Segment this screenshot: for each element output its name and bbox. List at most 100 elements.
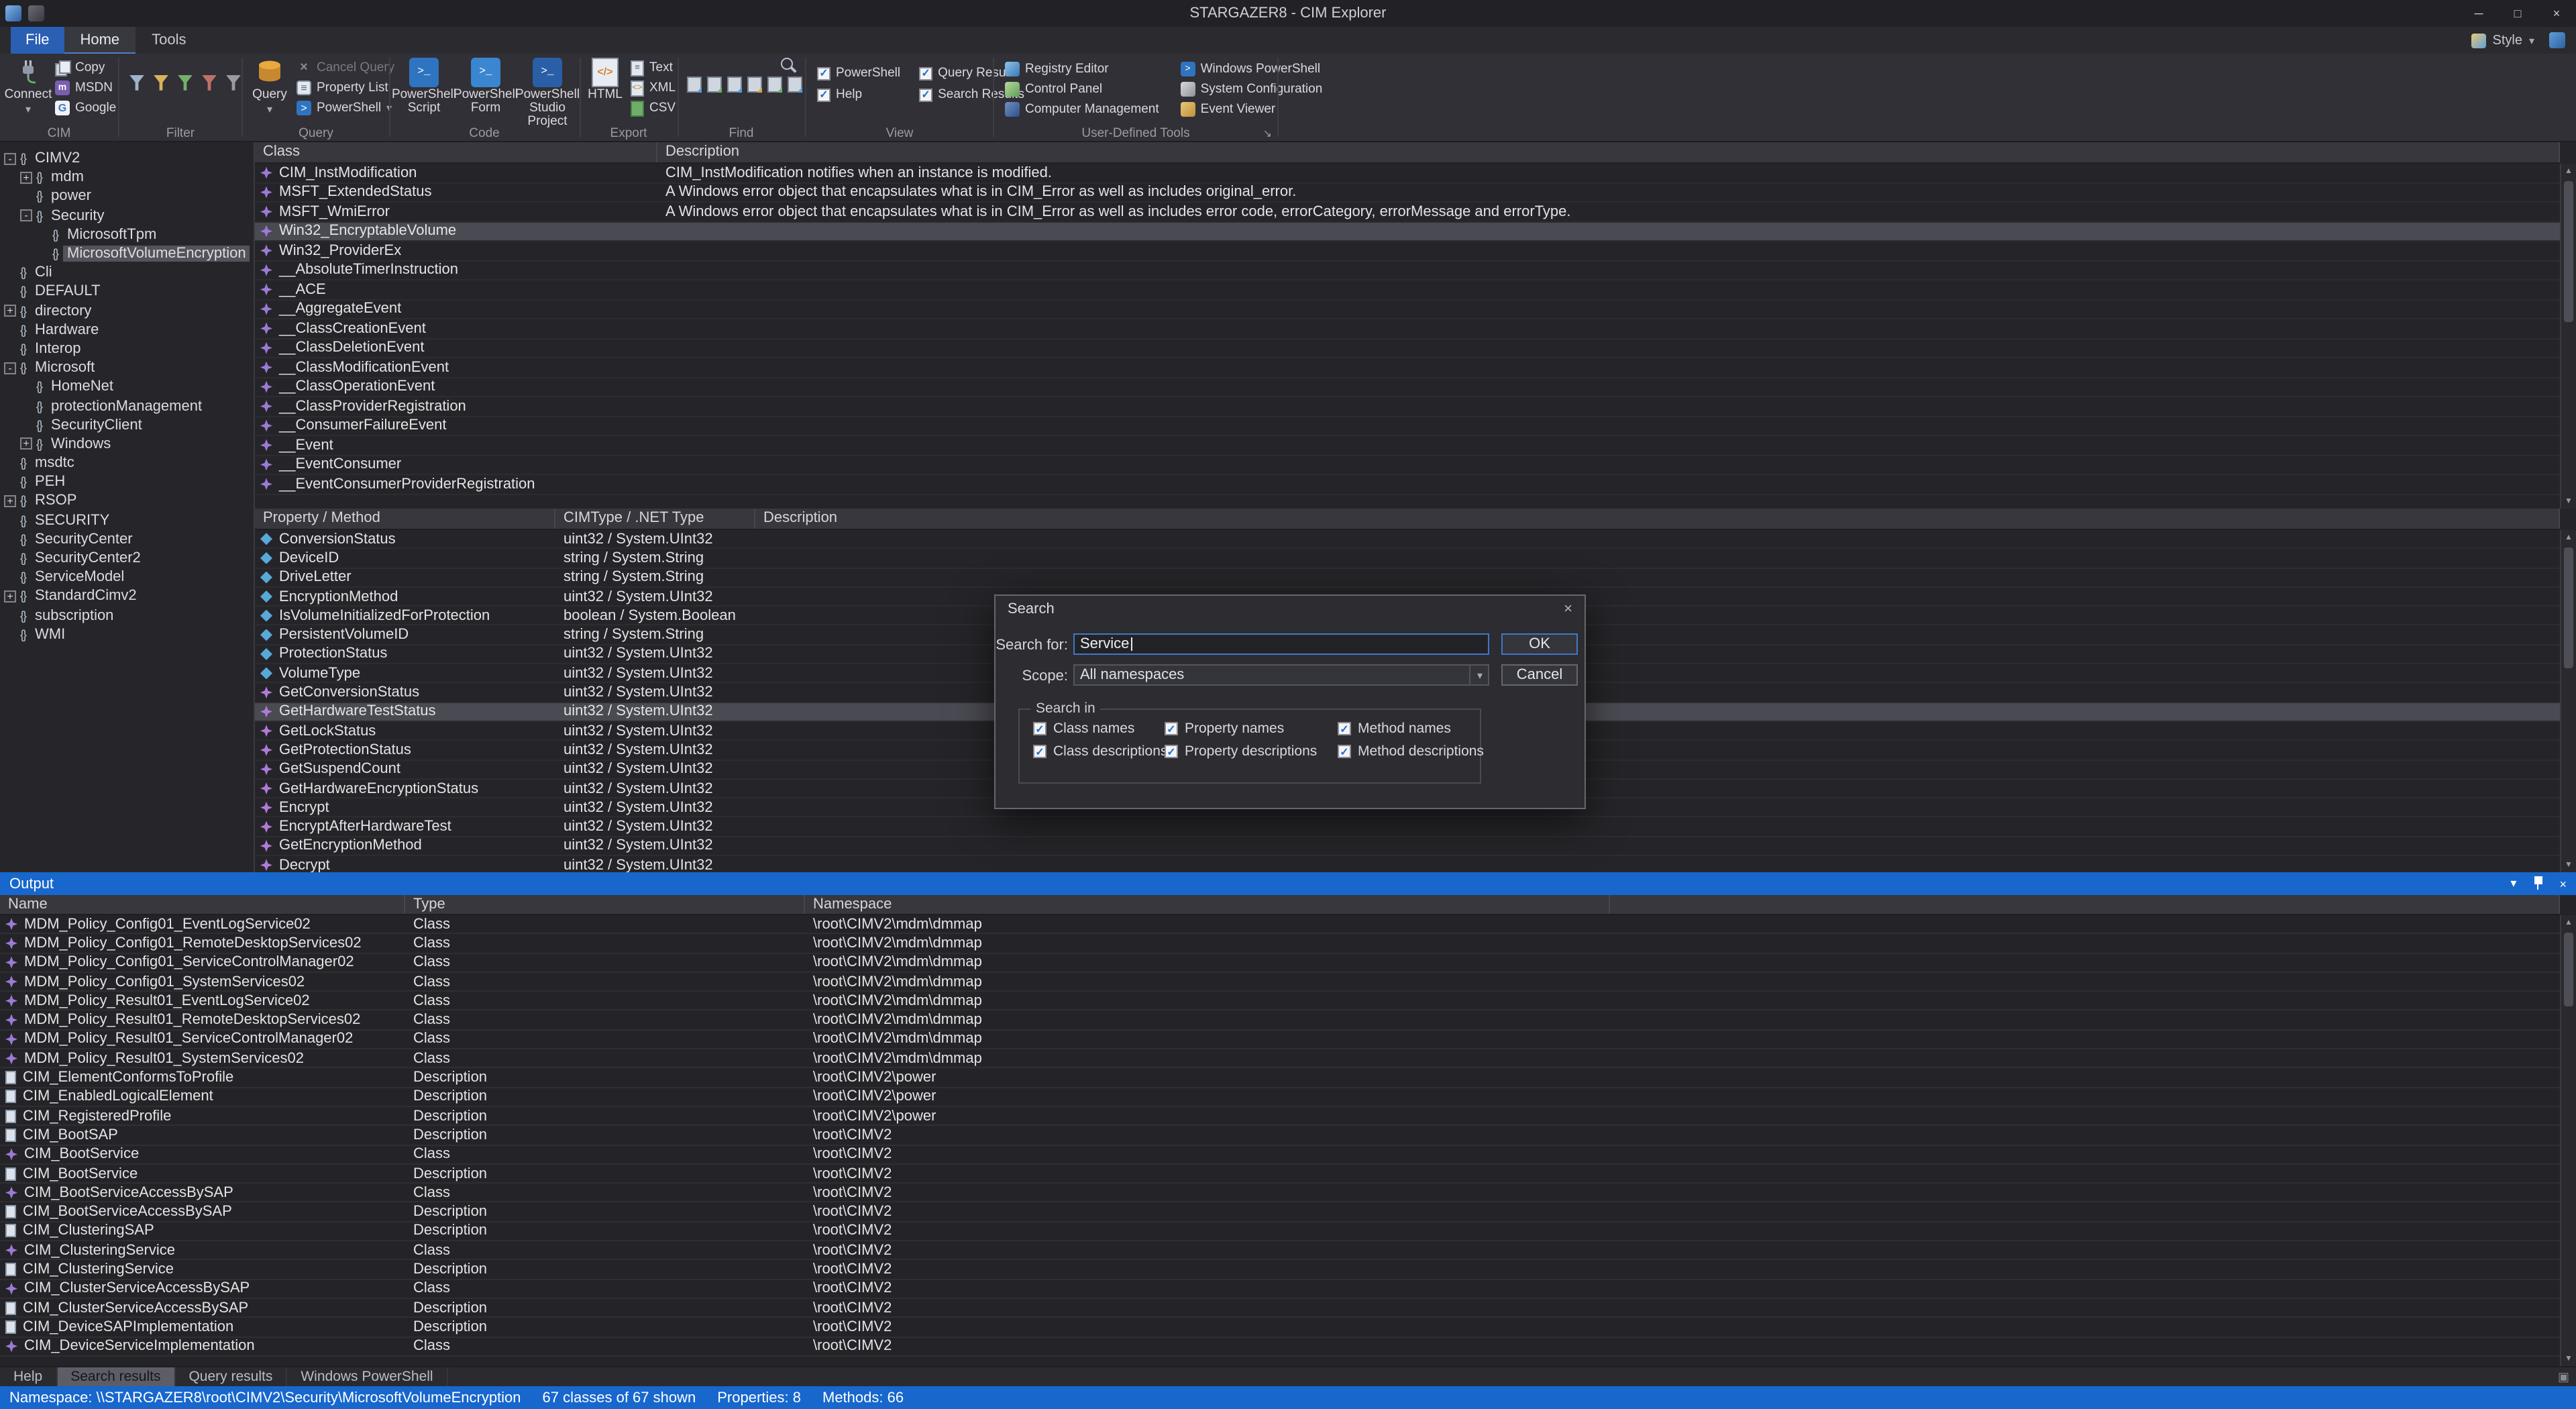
class-row-cim-instmodification[interactable]: CIM_InstModification CIM_InstModification… [255,164,2560,183]
clear-filter-icon[interactable] [202,75,217,91]
class-row-event[interactable]: __Event [255,436,2560,456]
powershell-form-button[interactable]: >_ PowerShell Form [453,58,518,129]
expand-icon[interactable]: + [20,437,32,450]
column-header-type[interactable]: Type [405,895,805,914]
export-csv-button[interactable]: CSV [631,99,676,117]
window-menu-icon[interactable] [28,5,44,21]
output-row-mdm-policy-result01-servicecontrolmanager02-class[interactable]: MDM_Policy_Result01_ServiceControlManage… [0,1031,2560,1050]
class-row-aggregateevent[interactable]: __AggregateEvent [255,300,2560,319]
pin-icon[interactable] [2532,876,2543,891]
tree-item-microsofttpm[interactable]: {} MicrosoftTpm [0,225,254,244]
scroll-down-icon[interactable]: ▼ [2561,1351,2576,1366]
output-row-cim-bootsap-description[interactable]: CIM_BootSAP Description \root\CIMV2 [0,1127,2560,1146]
search-input[interactable]: Service [1073,633,1489,655]
export-html-button[interactable]: HTML [585,58,625,102]
column-header-description[interactable]: Description [657,142,2560,162]
scroll-up-icon[interactable]: ▲ [2561,915,2576,930]
tree-item-interop[interactable]: {} Interop [0,340,254,358]
property-list-scrollbar[interactable]: ▲ ▼ [2560,530,2576,872]
close-icon[interactable]: × [2559,877,2567,890]
tree-item-power[interactable]: {} power [0,187,254,206]
search-in-method-descriptions-checkbox[interactable]: ✓ Method descriptions [1338,743,1484,760]
view-toggle-powershell[interactable]: ✓ PowerShell [817,64,900,82]
google-button[interactable]: G Google [55,99,116,117]
collapse-icon[interactable]: - [4,152,16,165]
class-row-win32-providerex[interactable]: Win32_ProviderEx [255,242,2560,261]
search-in-class-descriptions-checkbox[interactable]: ✓ Class descriptions [1033,743,1167,760]
output-row-cim-devicesapimplementation-description[interactable]: CIM_DeviceSAPImplementation Description \r… [0,1318,2560,1338]
new-filter-icon[interactable] [129,75,144,91]
column-header-namespace[interactable]: Namespace [805,895,1610,914]
panel-tab-search-results[interactable]: Search results [57,1367,176,1386]
property-row-conversionstatus[interactable]: ConversionStatus uint32 / System.UInt32 [255,530,2560,550]
msdn-button[interactable]: m MSDN [55,79,116,97]
output-row-cim-clusteringservice-description[interactable]: CIM_ClusteringService Description \root\CI… [0,1261,2560,1280]
output-row-cim-clusterserviceaccessbysap-description[interactable]: CIM_ClusterServiceAccessBySAP Description… [0,1299,2560,1318]
delete-filter-icon[interactable] [226,75,241,91]
output-row-mdm-policy-result01-eventlogservice02-class[interactable]: MDM_Policy_Result01_EventLogService02 Cla… [0,992,2560,1011]
column-header-name[interactable]: Name [0,895,405,914]
output-row-cim-elementconformstoprofile-description[interactable]: CIM_ElementConformsToProfile Description \… [0,1069,2560,1088]
class-row-classoperationevent[interactable]: __ClassOperationEvent [255,378,2560,397]
output-row-mdm-policy-config01-eventlogservice02-class[interactable]: MDM_Policy_Config01_EventLogService02 Cla… [0,915,2560,935]
ok-button[interactable]: OK [1501,633,1578,655]
expand-icon[interactable]: + [4,494,16,507]
scrollbar-thumb[interactable] [2564,547,2573,668]
output-row-mdm-policy-result01-remotedesktopservices02-class[interactable]: MDM_Policy_Result01_RemoteDesktopService… [0,1011,2560,1031]
output-header[interactable]: Output ▾ × [0,872,2576,895]
property-row-deviceid[interactable]: DeviceID string / System.String [255,550,2560,569]
tree-item-standardcimv2[interactable]: + {} StandardCimv2 [0,587,254,606]
tree-item-mdm[interactable]: + {} mdm [0,168,254,187]
windows-powershell-button[interactable]: Windows PowerShell [1180,60,1323,78]
column-header-property-method[interactable]: Property / Method [255,509,555,529]
output-scrollbar[interactable]: ▲ ▼ [2560,915,2576,1366]
tree-item-cimv2[interactable]: -{} CIMV2 [0,149,254,168]
tree-item-msdtc[interactable]: {} msdtc [0,454,254,472]
find-option-icon-4[interactable] [747,76,762,93]
close-icon[interactable]: × [1564,601,1572,617]
search-in-method-names-checkbox[interactable]: ✓ Method names [1338,721,1451,737]
search-dialog-titlebar[interactable]: Search × [996,596,1585,623]
connect-button[interactable]: Connect ▾ [5,58,52,117]
tree-item-securitycenter[interactable]: {} SecurityCenter [0,530,254,549]
powershell-button[interactable]: >PowerShell▾ [297,99,394,117]
panel-tab-help[interactable]: Help [0,1367,58,1386]
find-option-icon-2[interactable] [707,76,722,93]
output-row-cim-clusterserviceaccessbysap-class[interactable]: CIM_ClusterServiceAccessBySAP Class \root\… [0,1280,2560,1299]
scrollbar-thumb[interactable] [2564,181,2573,322]
minimize-button[interactable]: ─ [2459,0,2498,27]
tree-item-peh[interactable]: {} PEH [0,472,254,491]
class-row-eventconsumer[interactable]: __EventConsumer [255,456,2560,475]
property-row-driveletter[interactable]: DriveLetter string / System.String [255,568,2560,588]
export-xml-button[interactable]: <> XML [631,79,676,97]
search-in-class-names-checkbox[interactable]: ✓ Class names [1033,721,1134,737]
computer-management-button[interactable]: Computer Management [1005,101,1159,118]
panel-tab-windows-powershell[interactable]: Windows PowerShell [287,1367,448,1386]
search-in-property-names-checkbox[interactable]: ✓ Property names [1165,721,1284,737]
tree-item-homenet[interactable]: {} HomeNet [0,378,254,397]
output-row-cim-bootserviceaccessbysap-description[interactable]: CIM_BootServiceAccessBySAP Description \ro… [0,1203,2560,1222]
tree-item-microsoft[interactable]: -{} Microsoft [0,358,254,377]
tree-item-subscription[interactable]: {} subscription [0,606,254,625]
scroll-down-icon[interactable]: ▼ [2561,494,2576,509]
powershell-script-button[interactable]: >_ PowerShell Script [392,58,456,129]
tab-file[interactable]: File [11,27,64,54]
style-picker[interactable]: Style ▾ [2471,27,2576,54]
panel-tab-query-results[interactable]: Query results [175,1367,288,1386]
output-menu-icon[interactable]: ▾ [2510,876,2516,891]
copy-button[interactable]: Copy [55,59,116,76]
find-option-icon-3[interactable] [727,76,742,93]
panel-options-icon[interactable]: ▣ [2558,1367,2576,1386]
registry-editor-button[interactable]: Registry Editor [1005,60,1159,78]
maximize-button[interactable]: □ [2498,0,2537,27]
cancel-button[interactable]: Cancel [1501,664,1578,686]
tree-item-cli[interactable]: {} Cli [0,263,254,282]
output-row-mdm-policy-config01-systemservices02-class[interactable]: MDM_Policy_Config01_SystemServices02 Clas… [0,973,2560,992]
class-row-absolutetimerinstruction[interactable]: __AbsoluteTimerInstruction [255,261,2560,280]
class-row-msft-extendedstatus[interactable]: MSFT_ExtendedStatus A Windows error objec… [255,183,2560,203]
tree-item-directory[interactable]: + {} directory [0,301,254,320]
tree-item-hardware[interactable]: {} Hardware [0,320,254,339]
property-list-button[interactable]: ≡ Property List [297,79,394,97]
output-row-cim-bootservice-class[interactable]: CIM_BootService Class \root\CIMV2 [0,1145,2560,1165]
export-text-button[interactable]: ≡ Text [631,59,676,76]
